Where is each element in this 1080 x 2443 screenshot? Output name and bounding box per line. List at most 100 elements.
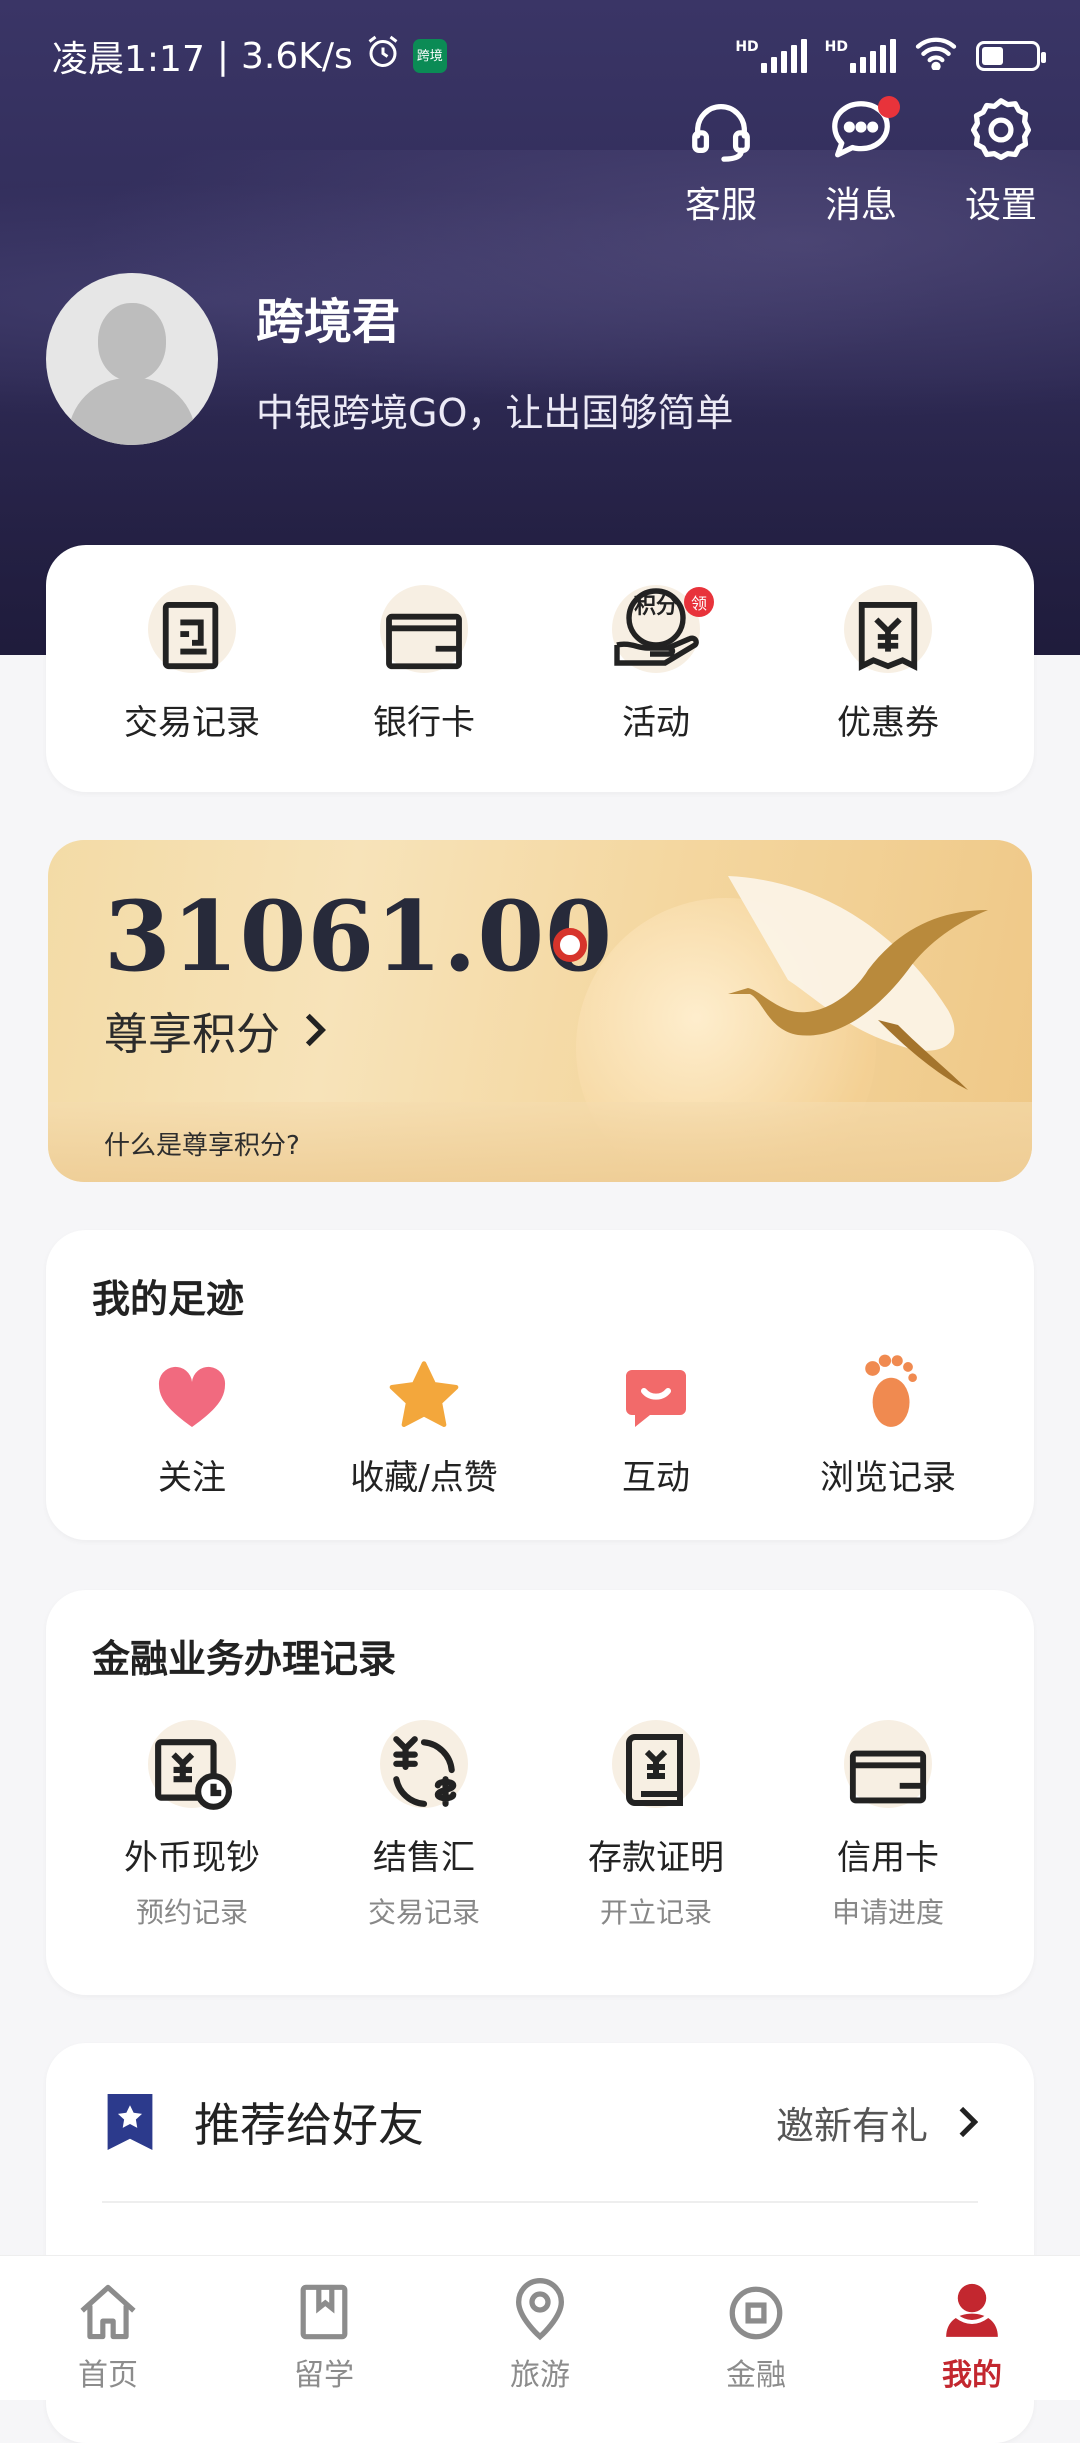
tab-mine-label: 我的 [864,2350,1080,2394]
chat-smile-icon [623,1364,689,1430]
footprint-title: 我的足迹 [92,1268,244,1323]
status-separator: | [217,36,229,77]
credit-card-sub: 申请进度 [788,1891,988,1931]
points-value: 31061.00 [104,880,613,993]
tab-mine[interactable]: 我的 [864,2256,1080,2400]
tab-home[interactable]: 首页 [0,2256,216,2400]
follow-button[interactable]: 关注 [92,1340,292,1499]
tab-study-abroad[interactable]: 留学 [216,2256,432,2400]
exchange-icon [384,1730,464,1810]
headset-icon [666,90,776,170]
settings-label: 设置 [946,176,1056,228]
finance-coin-icon [727,2284,785,2342]
tab-travel-label: 旅游 [432,2350,648,2394]
location-pin-icon [513,2278,567,2342]
fx-exchange-button[interactable]: 结售汇 交易记录 [324,1700,524,1931]
browse-history-label: 浏览记录 [788,1450,988,1499]
activity-button[interactable]: 积分 领 活动 [556,545,756,744]
coupon-label: 优惠券 [788,695,988,744]
unread-dot [878,96,900,118]
user-slogan: 中银跨境GO，让出国够简单 [256,382,733,437]
status-bar: 凌晨1:17 | 3.6K/s 跨境 HD HD [52,28,1040,84]
favorites-button[interactable]: 收藏/点赞 [324,1340,524,1499]
credit-card-button[interactable]: 信用卡 申请进度 [788,1700,988,1931]
browse-history-button[interactable]: 浏览记录 [788,1340,988,1499]
home-icon [77,2282,139,2342]
app-notification-icon: 跨境 [413,39,447,73]
messages-button[interactable]: 消息 [806,90,916,228]
quick-actions-card: 交易记录 银行卡 积分 领 活动 优惠券 [46,545,1034,792]
cash-appointment-label: 外币现钞 [92,1830,292,1879]
battery-icon [976,41,1040,71]
credit-card-icon [847,1744,929,1810]
claim-badge: 领 [684,587,714,617]
customer-service-button[interactable]: 客服 [666,90,776,228]
recommend-title: 推荐给好友 [194,2089,424,2155]
cash-appointment-button[interactable]: 外币现钞 预约记录 [92,1700,292,1931]
points-banner[interactable]: 31061.00 尊享积分 什么是尊享积分? [48,840,1032,1182]
chevron-right-icon [304,1012,326,1048]
tab-home-label: 首页 [0,2350,216,2394]
deposit-certificate-sub: 开立记录 [556,1891,756,1931]
settings-button[interactable]: 设置 [946,90,1056,228]
chat-bubble-icon [806,90,916,170]
tab-finance-label: 金融 [648,2350,864,2394]
cash-clock-icon [152,1736,232,1810]
status-time: 凌晨1:17 [52,30,205,82]
deposit-certificate-button[interactable]: 存款证明 开立记录 [556,1700,756,1931]
avatar[interactable] [46,273,218,445]
fx-exchange-sub: 交易记录 [324,1891,524,1931]
tab-finance[interactable]: 金融 [648,2256,864,2400]
chevron-right-icon [958,2105,978,2139]
divider [102,2201,978,2203]
user-name: 跨境君 [256,282,733,352]
transaction-records-button[interactable]: 交易记录 [92,545,292,744]
invite-link[interactable]: 邀新有礼 [776,2095,978,2150]
footprint-icon [857,1350,919,1430]
star-icon [388,1360,460,1430]
gear-icon [946,90,1056,170]
cash-appointment-sub: 预约记录 [92,1891,292,1931]
finance-title: 金融业务办理记录 [92,1628,396,1683]
points-label: 尊享积分 [104,998,280,1062]
card-icon [383,605,465,675]
user-profile[interactable]: 跨境君 中银跨境GO，让出国够简单 [46,273,733,445]
bank-card-label: 银行卡 [324,695,524,744]
bottom-tab-bar: 首页 留学 旅游 金融 我的 [0,2255,1080,2400]
points-help-link[interactable]: 什么是尊享积分? [104,1125,300,1162]
status-network-speed: 3.6K/s [241,36,353,77]
fx-exchange-label: 结售汇 [324,1830,524,1879]
points-icon-text: 积分 [634,588,678,620]
header-actions: 客服 消息 设置 [666,90,1056,228]
interaction-label: 互动 [556,1450,756,1499]
favorites-label: 收藏/点赞 [324,1450,524,1499]
transaction-records-label: 交易记录 [92,695,292,744]
receipt-icon [157,599,227,675]
signal-icon-2: HD [825,39,896,73]
recommend-row[interactable]: 推荐给好友 邀新有礼 [46,2043,1034,2201]
follow-label: 关注 [92,1450,292,1499]
customer-service-label: 客服 [666,176,776,228]
coupon-icon [853,599,923,675]
points-coin-icon [553,928,587,962]
deposit-certificate-icon [620,1730,692,1810]
wifi-icon [914,34,958,79]
tab-study-abroad-label: 留学 [216,2350,432,2394]
points-details-link[interactable]: 尊享积分 [104,998,326,1062]
footprint-card: 我的足迹 关注 收藏/点赞 互动 浏览记录 [46,1230,1034,1540]
finance-records-card: 金融业务办理记录 外币现钞 预约记录 结售汇 交易记录 存款证明 开立记录 [46,1590,1034,1995]
bank-card-button[interactable]: 银行卡 [324,545,524,744]
coupon-button[interactable]: 优惠券 [788,545,988,744]
tab-travel[interactable]: 旅游 [432,2256,648,2400]
signal-icon: HD [735,39,806,73]
crane-illustration [668,870,1008,1130]
deposit-certificate-label: 存款证明 [556,1830,756,1879]
book-icon [298,2282,350,2342]
bookmark-star-icon [102,2091,158,2153]
credit-card-label: 信用卡 [788,1830,988,1879]
messages-label: 消息 [806,176,916,228]
interaction-button[interactable]: 互动 [556,1340,756,1499]
heart-icon [156,1364,228,1430]
invite-label: 邀新有礼 [776,2095,928,2150]
alarm-icon [365,34,401,79]
